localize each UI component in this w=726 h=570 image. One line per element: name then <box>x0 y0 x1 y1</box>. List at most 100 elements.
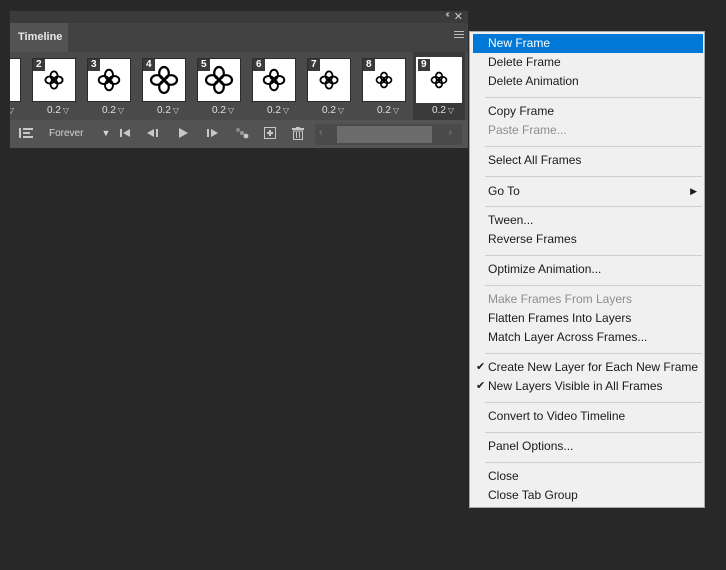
checkmark-icon: ✔ <box>476 361 486 373</box>
frame-delay-select[interactable]: 0.2▽ <box>377 105 413 116</box>
frame[interactable]: 7 0.2 ▽ <box>304 52 359 120</box>
collapse-panel-button[interactable]: ‹‹ <box>445 9 449 20</box>
frame-delay-select[interactable]: 0.2▽ <box>322 105 358 116</box>
menu-item-make-frames-from-layers: Make Frames From Layers <box>488 292 633 306</box>
frame-thumbnail[interactable]: 7 <box>307 58 351 102</box>
frames-strip: 0.2▽20.2▽30.2▽40.2▽50.2▽60.2▽70.2▽80.2▽9… <box>10 52 468 120</box>
frame[interactable]: 9 0.2 ▽ <box>413 52 468 120</box>
frame-number: 3 <box>88 59 100 71</box>
chevron-down-icon: ▽ <box>282 106 290 115</box>
menu-item-new-frame[interactable]: New Frame <box>473 34 703 53</box>
panel-menu-icon[interactable] <box>454 31 464 43</box>
first-frame-icon[interactable] <box>119 127 131 142</box>
menu-item-optimize-animation[interactable]: Optimize Animation... <box>473 260 703 279</box>
frame-number: 5 <box>198 59 210 71</box>
next-frame-icon[interactable] <box>206 127 220 142</box>
timeline-panel: ‹‹ ✕ Timeline 0.2▽20.2▽30.2▽40.2▽50.2▽60… <box>9 9 469 149</box>
timeline-context-menu: New Frame Delete Frame Delete Animation … <box>469 31 705 508</box>
frame[interactable]: 2 0.2 ▽ <box>29 52 84 120</box>
menu-separator <box>485 255 702 256</box>
frame-delay-select[interactable]: 0.2▽ <box>47 105 83 116</box>
convert-timeline-icon[interactable] <box>19 127 33 142</box>
menu-item-new-layers-visible[interactable]: ✔ New Layers Visible in All Frames <box>473 377 703 396</box>
timeline-toolbar: Forever ▼ ‹ › <box>10 122 468 148</box>
panel-title-bar: ‹‹ ✕ <box>10 9 468 23</box>
menu-item-delete-frame[interactable]: Delete Frame <box>473 53 703 72</box>
frame-thumbnail[interactable]: 9 <box>416 57 462 103</box>
frame-thumbnail[interactable]: 6 <box>252 58 296 102</box>
frame-delay-value: 0.2 <box>432 105 446 116</box>
menu-separator <box>485 97 702 98</box>
frame[interactable]: 3 0.2 ▽ <box>84 52 139 120</box>
frame-thumbnail[interactable]: 5 <box>197 58 241 102</box>
frame-thumbnail[interactable]: 8 <box>362 58 406 102</box>
frame-delay-select[interactable]: 0.2▽ <box>10 105 28 116</box>
frame[interactable]: 8 0.2 ▽ <box>359 52 414 120</box>
menu-item-delete-animation[interactable]: Delete Animation <box>473 72 703 91</box>
frame[interactable]: 0.2▽ <box>10 52 29 120</box>
frame-delay-select[interactable]: 0.2▽ <box>432 105 468 116</box>
frame-delay-value: 0.2 <box>212 105 226 116</box>
frame-delay-select[interactable]: 0.2▽ <box>212 105 248 116</box>
menu-item-close-tab-group[interactable]: Close Tab Group <box>473 486 703 505</box>
frame-delay-value: 0.2 <box>377 105 391 116</box>
menu-item-tween[interactable]: Tween... <box>473 211 703 230</box>
frame-delay-value: 0.2 <box>47 105 61 116</box>
loop-options-value: Forever <box>49 128 84 139</box>
loop-options-select[interactable]: Forever ▼ <box>49 128 110 139</box>
checkmark-icon: ✔ <box>476 380 486 392</box>
tab-timeline[interactable]: Timeline <box>10 23 68 52</box>
frame-number: 6 <box>253 59 265 71</box>
tab-bar: Timeline <box>10 23 468 52</box>
menu-separator <box>485 462 702 463</box>
menu-item-go-to[interactable]: Go To ▶ <box>473 182 703 201</box>
menu-item-convert-video[interactable]: Convert to Video Timeline <box>473 407 703 426</box>
chevron-down-icon: ▼ <box>101 128 111 138</box>
frame-thumbnail[interactable] <box>10 58 21 102</box>
duplicate-frame-icon[interactable] <box>264 127 276 142</box>
play-icon[interactable] <box>177 127 189 142</box>
menu-separator <box>485 146 702 147</box>
frame-number: 7 <box>308 59 320 71</box>
menu-item-flatten-frames[interactable]: Flatten Frames Into Layers <box>473 309 703 328</box>
menu-item-close[interactable]: Close <box>473 467 703 486</box>
frame-number: 8 <box>363 59 375 71</box>
menu-item-copy-frame[interactable]: Copy Frame <box>473 102 703 121</box>
scroll-left-icon[interactable]: ‹ <box>319 127 322 138</box>
frame-thumbnail[interactable]: 2 <box>32 58 76 102</box>
chevron-down-icon: ▽ <box>392 106 400 115</box>
menu-item-create-new-layer[interactable]: ✔ Create New Layer for Each New Frame <box>473 358 703 377</box>
frame-delay-select[interactable]: 0.2▽ <box>267 105 303 116</box>
chevron-down-icon: ▽ <box>10 106 15 115</box>
frame[interactable]: 4 0.2 ▽ <box>139 52 194 120</box>
chevron-down-icon: ▽ <box>117 106 125 115</box>
frame-number: 2 <box>33 59 45 71</box>
scroll-right-icon[interactable]: › <box>449 127 452 138</box>
trash-icon[interactable] <box>292 127 304 143</box>
chevron-down-icon: ▽ <box>62 106 70 115</box>
frame-delay-select[interactable]: 0.2▽ <box>157 105 193 116</box>
frame-delay-value: 0.2 <box>322 105 336 116</box>
menu-item-reverse-frames[interactable]: Reverse Frames <box>473 230 703 249</box>
menu-item-select-all-frames[interactable]: Select All Frames <box>473 151 703 170</box>
menu-separator <box>485 402 702 403</box>
menu-separator <box>485 353 702 354</box>
frame[interactable]: 5 0.2 ▽ <box>194 52 249 120</box>
frame[interactable]: 6 0.2 ▽ <box>249 52 304 120</box>
timeline-scrollbar[interactable]: ‹ › <box>315 124 462 145</box>
frame-number: 9 <box>418 59 430 71</box>
frame-delay-value: 0.2 <box>102 105 116 116</box>
previous-frame-icon[interactable] <box>146 127 160 142</box>
menu-item-match-layer[interactable]: Match Layer Across Frames... <box>473 328 703 347</box>
scrollbar-thumb[interactable] <box>337 126 432 143</box>
tween-icon[interactable] <box>235 127 249 142</box>
menu-item-paste-frame: Paste Frame... <box>488 123 567 137</box>
frame-thumbnail[interactable]: 4 <box>142 58 186 102</box>
flower-shape-icon <box>10 59 20 101</box>
frame-thumbnail[interactable]: 3 <box>87 58 131 102</box>
menu-separator <box>485 176 702 177</box>
frame-delay-select[interactable]: 0.2▽ <box>102 105 138 116</box>
close-panel-button[interactable]: ✕ <box>454 10 463 23</box>
chevron-down-icon: ▽ <box>337 106 345 115</box>
menu-item-panel-options[interactable]: Panel Options... <box>473 437 703 456</box>
